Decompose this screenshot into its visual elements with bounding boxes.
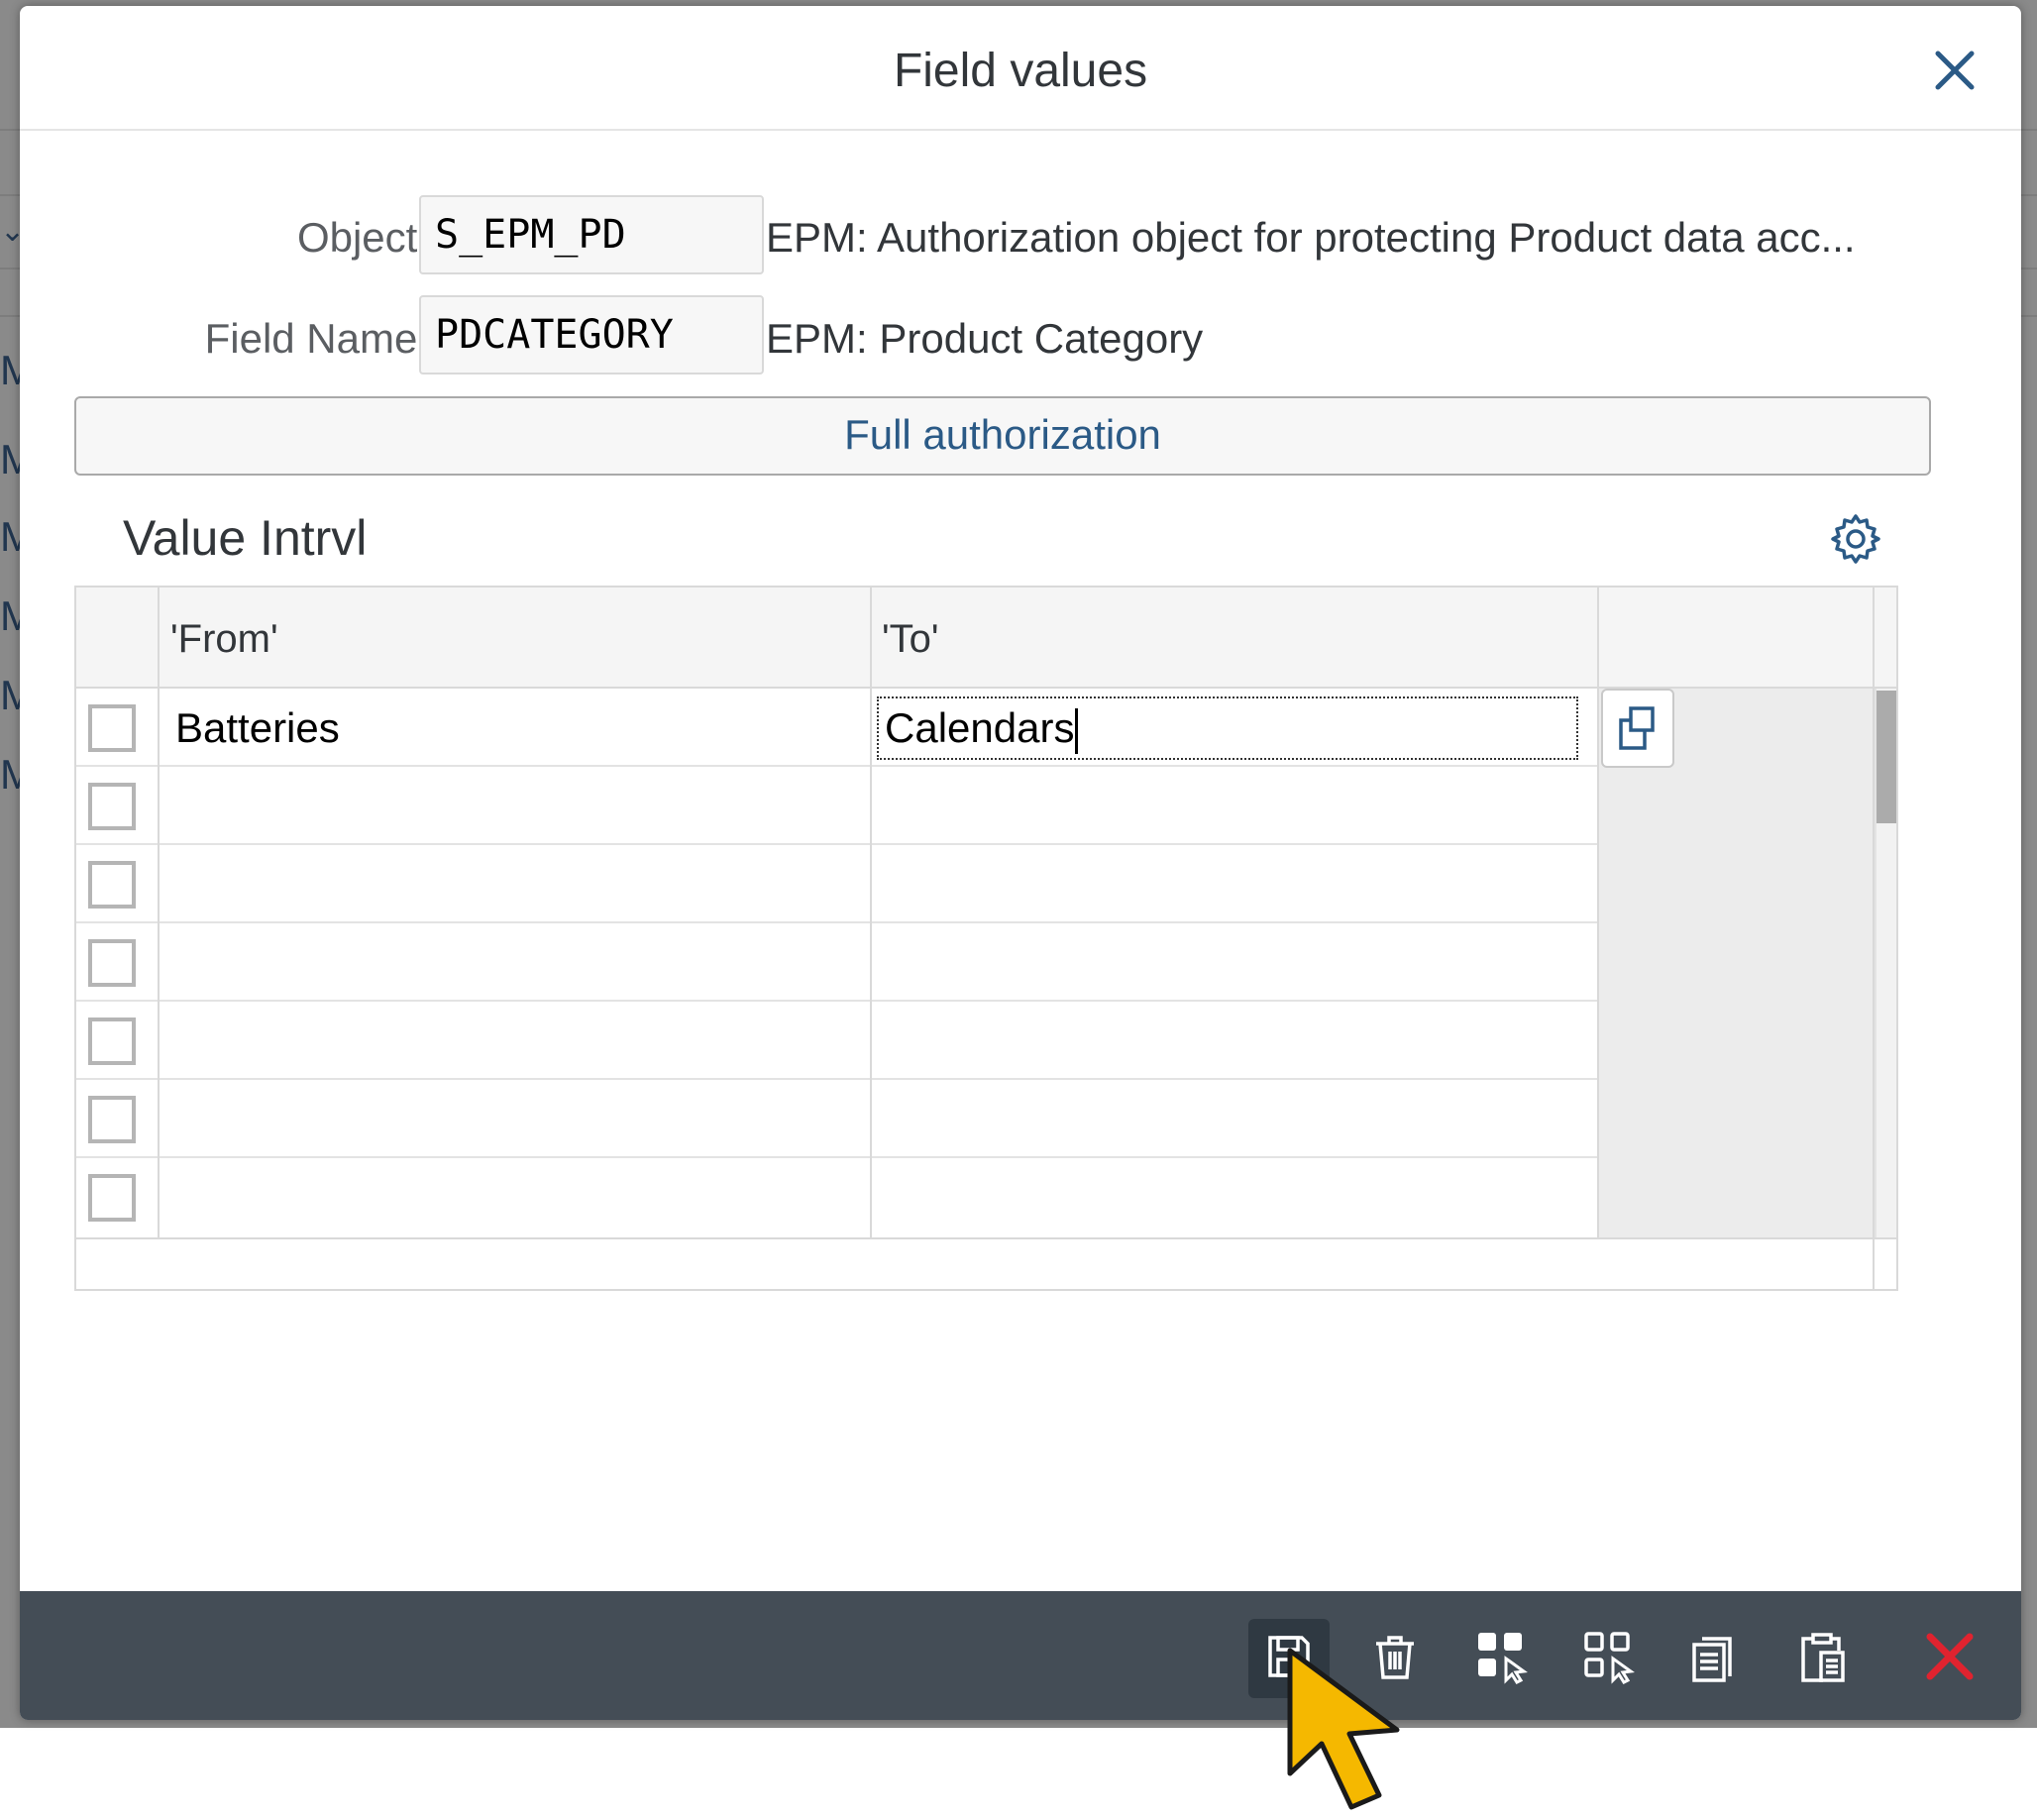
table-footer bbox=[76, 1237, 1896, 1289]
column-divider bbox=[158, 588, 160, 1237]
table-row bbox=[76, 1002, 1597, 1080]
to-input[interactable]: Calendars bbox=[877, 696, 1578, 760]
table-row bbox=[76, 1080, 1597, 1158]
paste-icon bbox=[1795, 1629, 1851, 1689]
from-cell[interactable]: Batteries bbox=[175, 704, 340, 752]
field-name-field[interactable]: PDCATEGORY bbox=[419, 295, 764, 375]
column-divider bbox=[1597, 588, 1599, 1237]
object-description: EPM: Authorization object for protecting… bbox=[766, 214, 1856, 261]
bg-row-fragment: M bbox=[0, 513, 22, 560]
mouse-pointer-icon bbox=[1286, 1647, 1425, 1815]
column-header-from: 'From' bbox=[170, 617, 278, 661]
row-select-checkbox[interactable] bbox=[88, 1096, 136, 1143]
bg-row-fragment: M bbox=[0, 436, 22, 482]
column-header-to: 'To' bbox=[882, 617, 939, 661]
row-select-checkbox[interactable] bbox=[88, 861, 136, 909]
deselect-all-icon bbox=[1581, 1629, 1637, 1689]
select-all-icon bbox=[1474, 1629, 1530, 1689]
copy-button[interactable] bbox=[1675, 1619, 1757, 1698]
copy-icon bbox=[1688, 1629, 1744, 1689]
value-help-button[interactable] bbox=[1601, 689, 1674, 768]
row-select-checkbox[interactable] bbox=[88, 1017, 136, 1065]
cancel-button[interactable] bbox=[1909, 1619, 1990, 1698]
row-select-checkbox[interactable] bbox=[88, 1174, 136, 1222]
cancel-icon bbox=[1922, 1629, 1978, 1689]
dialog-header: Field values bbox=[20, 6, 2021, 131]
table-row: Batteries Calendars bbox=[76, 689, 1597, 767]
table-row bbox=[76, 1158, 1597, 1236]
deselect-all-button[interactable] bbox=[1568, 1619, 1650, 1698]
to-input-value: Calendars bbox=[885, 704, 1075, 751]
row-select-checkbox[interactable] bbox=[88, 704, 136, 752]
table-row bbox=[76, 845, 1597, 923]
table-header: 'From' 'To' bbox=[76, 588, 1896, 689]
bg-row-fragment: M bbox=[0, 751, 22, 798]
table-empty-area bbox=[1599, 689, 1875, 1237]
field-name-label: Field Name: bbox=[204, 315, 429, 362]
scrollbar-thumb[interactable] bbox=[1876, 691, 1896, 823]
bg-row-fragment: M bbox=[0, 592, 22, 639]
paste-button[interactable] bbox=[1782, 1619, 1864, 1698]
bg-row-fragment: M bbox=[0, 347, 22, 393]
object-field[interactable]: S_EPM_PD bbox=[419, 195, 764, 274]
row-select-checkbox[interactable] bbox=[88, 783, 136, 830]
text-caret bbox=[1075, 707, 1079, 754]
row-select-checkbox[interactable] bbox=[88, 939, 136, 987]
field-values-dialog: Field values Object: S_EPM_PD EPM: Autho… bbox=[20, 6, 2021, 1720]
object-label: Object: bbox=[296, 214, 429, 261]
dialog-title: Field values bbox=[893, 45, 1148, 97]
close-icon[interactable] bbox=[1930, 46, 1980, 95]
gear-icon[interactable] bbox=[1829, 512, 1882, 566]
dialog-footer-toolbar bbox=[20, 1591, 2021, 1720]
field-name-description: EPM: Product Category bbox=[766, 315, 1204, 362]
table-row bbox=[76, 767, 1597, 845]
table-row bbox=[76, 923, 1597, 1002]
value-interval-table: 'From' 'To' Batteries Calendars bbox=[74, 586, 1898, 1291]
full-authorization-button[interactable]: Full authorization bbox=[74, 396, 1931, 476]
select-all-button[interactable] bbox=[1461, 1619, 1543, 1698]
bg-row-fragment: M bbox=[0, 672, 22, 718]
value-interval-title: Value Intrvl bbox=[123, 510, 368, 566]
column-divider bbox=[870, 588, 872, 1237]
